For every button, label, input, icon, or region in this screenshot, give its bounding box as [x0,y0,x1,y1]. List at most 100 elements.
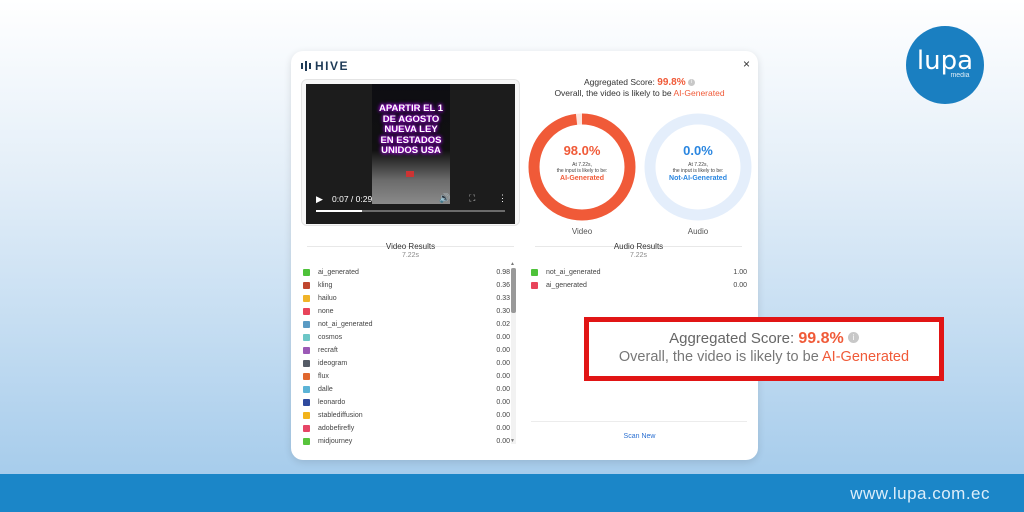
audio-ring-sub2: the input is likely to be: [672,168,724,174]
video-progress-fill [316,210,362,212]
result-row: ai_generated 0.98 [303,266,510,279]
result-label: ai_generated [318,269,359,276]
callout-verdict-prefix: Overall, the video is likely to be [618,349,819,365]
video-overlay-text: APARTIR EL 1 DE AGOSTO NUEVA LEY EN ESTA… [372,103,450,157]
scan-new-button[interactable]: Scan New [523,433,756,440]
video-progress-bar[interactable] [316,210,505,212]
more-options-icon[interactable]: ⋮ [498,193,507,204]
result-value: 0.00 [496,438,510,445]
result-value: 0.00 [496,373,510,380]
scan-divider [531,421,747,422]
video-overlay-line: NUEVA LEY [384,124,438,135]
legend-swatch [303,425,310,432]
callout-score-value: 99.8% [798,330,844,347]
video-ring-percent: 98.0% [563,143,601,158]
video-ring-label: Video [571,227,593,236]
video-time: 0:07 / 0:29 [332,194,373,204]
aggregated-score-header: Aggregated Score: 99.8% i Overall, the v… [523,77,756,99]
result-value: 0.33 [496,295,510,302]
result-row: midjourney 0.00 [303,435,510,448]
result-label: none [318,308,334,315]
hive-bars-icon [301,61,311,71]
callout-verdict: AI-Generated [822,349,910,365]
result-value: 0.00 [496,425,510,432]
audio-ring-result: Not-AI-Generated [669,175,727,182]
video-player[interactable]: APARTIR EL 1 DE AGOSTO NUEVA LEY EN ESTA… [306,84,515,224]
close-icon[interactable]: × [743,57,750,71]
result-label: stablediffusion [318,412,363,419]
result-value: 0.00 [496,412,510,419]
lupa-logo-sub: media [950,71,970,79]
result-row: ai_generated 0.00 [531,279,747,292]
results-scrollbar-thumb[interactable] [511,268,516,313]
result-label: hailuo [318,295,337,302]
result-row: leonardo 0.00 [303,396,510,409]
result-value: 0.98 [496,269,510,276]
legend-swatch [303,438,310,445]
video-results-title: Video Results [385,242,436,251]
hive-wordmark: HIVE [315,59,350,73]
highlight-callout: Aggregated Score: 99.8% i Overall, the v… [584,317,944,381]
legend-swatch [303,295,310,302]
video-ring-sub2: the input is likely to be: [556,168,608,174]
result-label: ai_generated [546,282,587,289]
result-label: cosmos [318,334,343,341]
scroll-down-icon[interactable]: ▼ [510,438,515,444]
result-row: flux 0.00 [303,370,510,383]
audio-score-ring: 0.0% At 7.22s, the input is likely to be… [642,111,754,223]
result-value: 0.00 [496,334,510,341]
fullscreen-icon[interactable]: ⛶ [469,193,475,204]
result-row: kling 0.36 [303,279,510,292]
legend-swatch [303,269,310,276]
legend-swatch [303,308,310,315]
video-results-time: 7.22s [401,252,420,259]
result-value: 0.00 [733,282,747,289]
result-label: dalle [318,386,333,393]
aggregated-score-label: Aggregated Score: [584,77,655,87]
result-label: flux [318,373,329,380]
result-label: adobefirefly [318,425,355,432]
audio-ring-label: Audio [687,227,709,236]
info-icon[interactable]: i [688,79,695,86]
play-icon[interactable]: ▶ [316,194,323,205]
result-label: recraft [318,347,338,354]
legend-swatch [303,282,310,289]
lupa-logo-word: lupa [916,45,974,76]
result-row: not_ai_generated 0.02 [303,318,510,331]
result-label: leonardo [318,399,346,406]
callout-score-label: Aggregated Score: [669,330,795,347]
audio-ring-percent: 0.0% [683,143,713,158]
legend-swatch [303,399,310,406]
result-row: recraft 0.00 [303,344,510,357]
result-row: hailuo 0.33 [303,292,510,305]
audio-results-title: Audio Results [613,242,664,251]
result-value: 0.36 [496,282,510,289]
result-row: ideogram 0.00 [303,357,510,370]
legend-swatch [303,386,310,393]
result-row: not_ai_generated 1.00 [531,266,747,279]
result-row: none 0.30 [303,305,510,318]
result-value: 1.00 [733,269,747,276]
scroll-up-icon[interactable]: ▲ [510,261,515,267]
result-value: 0.00 [496,360,510,367]
legend-swatch [531,269,538,276]
result-label: not_ai_generated [318,321,373,328]
audio-results-list: not_ai_generated 1.00 ai_generated 0.00 [531,266,747,292]
result-row: stablediffusion 0.00 [303,409,510,422]
result-row: dalle 0.00 [303,383,510,396]
legend-swatch [303,412,310,419]
legend-swatch [531,282,538,289]
video-results-list: ai_generated 0.98 kling 0.36 hailuo 0.33 none 0… [303,266,510,448]
volume-icon[interactable]: 🔊 [439,193,450,204]
aggregated-score-value: 99.8% [657,77,686,88]
aggregated-verdict-prefix: Overall, the video is likely to be [554,88,672,98]
result-value: 0.02 [496,321,510,328]
result-row: cosmos 0.00 [303,331,510,344]
result-value: 0.00 [496,399,510,406]
legend-swatch [303,347,310,354]
legend-swatch [303,373,310,380]
result-label: kling [318,282,333,289]
lupa-logo: lupa media [906,26,984,104]
video-ring-result: AI-Generated [560,175,604,182]
result-value: 0.00 [496,347,510,354]
